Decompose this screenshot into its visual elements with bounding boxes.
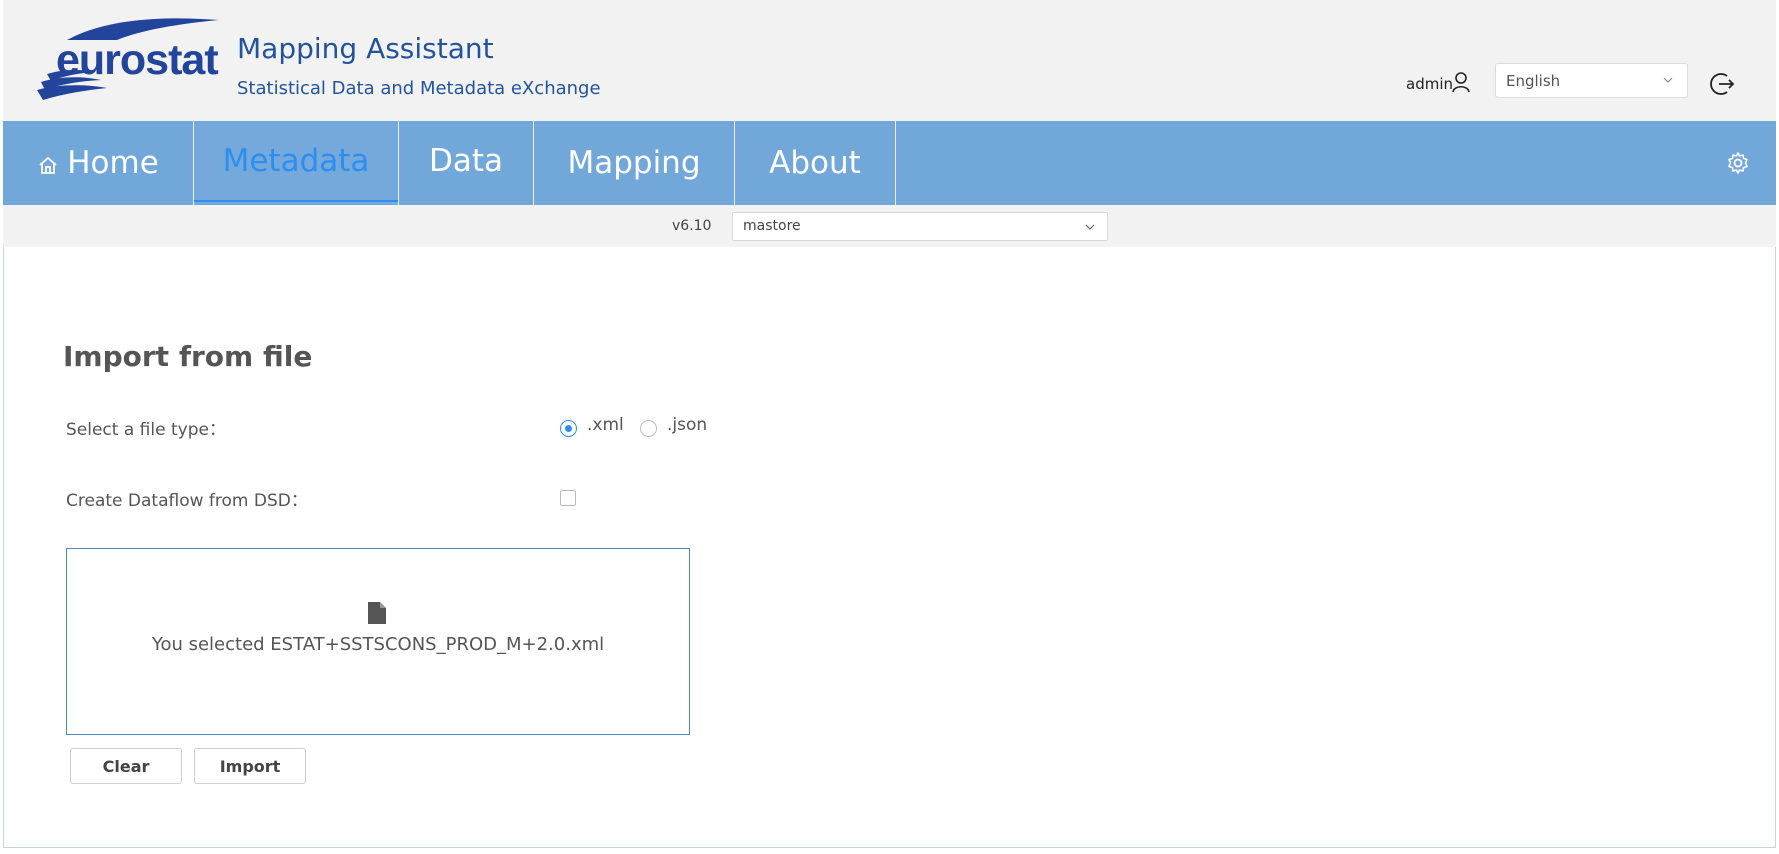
store-select[interactable]: mastore [732,212,1108,241]
radio-json-label[interactable]: .json [667,415,707,435]
nav-about[interactable]: About [735,121,896,205]
chevron-down-icon [1663,77,1673,83]
version-label: v6.10 [672,218,712,234]
radio-xml-label[interactable]: .xml [587,415,624,435]
radio-xml[interactable] [560,420,577,437]
eurostat-logo: eurostat [37,18,219,102]
app-subtitle: Statistical Data and Metadata eXchange [237,78,601,99]
username[interactable]: admin [1406,75,1453,93]
top-header: eurostat Mapping Assistant Statistical D… [3,0,1776,121]
nav-home-label: Home [67,145,159,181]
app-title: Mapping Assistant [237,32,494,65]
nav-metadata-label: Metadata [222,142,370,179]
main-navbar: Home Metadata Data Mapping About [3,121,1776,205]
dataflow-label: Create Dataflow from DSD： [66,491,308,511]
file-dropzone[interactable]: You selected ESTAT+SSTSCONS_PROD_M+2.0.x… [66,548,690,735]
file-icon [368,602,386,624]
nav-metadata[interactable]: Metadata [194,121,399,205]
nav-home[interactable]: Home [3,121,194,205]
home-icon [39,156,57,174]
language-value: English [1506,72,1561,90]
store-value: mastore [743,218,801,234]
nav-data[interactable]: Data [399,121,534,205]
chevron-down-icon [1085,224,1095,230]
import-button[interactable]: Import [194,748,306,784]
nav-data-label: Data [428,142,504,179]
file-type-label: Select a file type： [66,420,226,440]
selected-file-text: You selected ESTAT+SSTSCONS_PROD_M+2.0.x… [151,634,605,655]
nav-about-label: About [769,145,861,181]
radio-json[interactable] [640,420,657,437]
dataflow-checkbox[interactable] [560,490,576,506]
clear-button[interactable]: Clear [70,748,182,784]
nav-mapping-label: Mapping [567,145,701,181]
language-select[interactable]: English [1495,63,1688,98]
gear-icon[interactable] [1726,151,1750,175]
logout-icon[interactable] [1710,71,1736,97]
logo-text: eurostat [56,36,219,84]
nav-mapping[interactable]: Mapping [534,121,735,205]
user-icon[interactable] [1451,71,1471,93]
page-title: Import from file [63,340,313,373]
store-bar: v6.10 mastore [3,205,1776,247]
